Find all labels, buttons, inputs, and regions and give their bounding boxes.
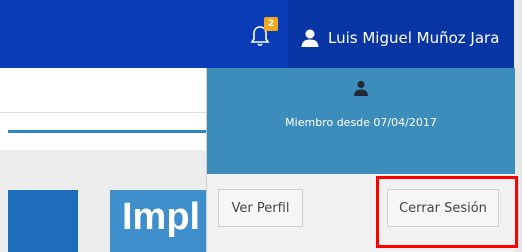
course-banner[interactable]: Impl <box>110 190 206 252</box>
user-silhouette-icon <box>354 80 368 96</box>
member-since-text: Miembro desde 07/04/2017 <box>285 116 437 129</box>
arrow-tile[interactable] <box>8 190 78 252</box>
logout-button[interactable]: Cerrar Sesión <box>387 189 499 227</box>
divider <box>0 112 206 113</box>
user-dropdown: Miembro desde 07/04/2017 Ver Perfil Cerr… <box>206 68 515 252</box>
scroll-edge <box>514 0 522 252</box>
user-dropdown-header: Miembro desde 07/04/2017 <box>207 68 515 174</box>
banner-title: Impl <box>122 196 201 238</box>
view-profile-button[interactable]: Ver Perfil <box>218 189 303 227</box>
tab-underline <box>8 130 206 133</box>
user-name-label[interactable]: Luis Miguel Muñoz Jara <box>328 29 499 47</box>
notification-badge: 2 <box>264 17 278 31</box>
user-icon <box>301 29 319 47</box>
